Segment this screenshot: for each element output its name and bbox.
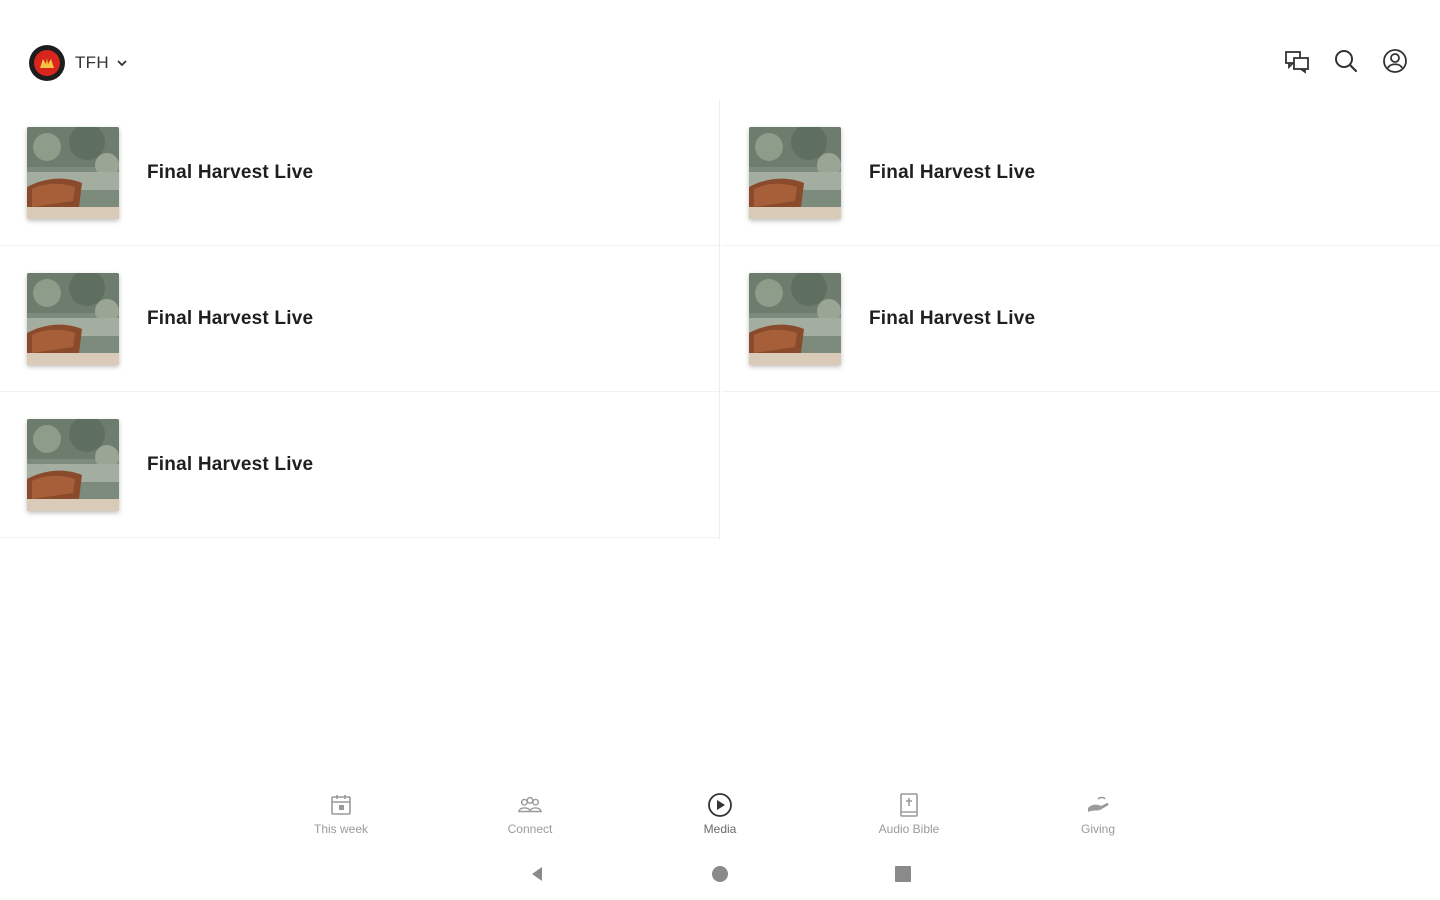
- account-icon[interactable]: [1381, 47, 1409, 75]
- list-item[interactable]: Final Harvest Live: [722, 100, 1440, 246]
- back-icon[interactable]: [527, 864, 547, 884]
- chat-icon[interactable]: [1283, 47, 1311, 75]
- media-title: Final Harvest Live: [869, 307, 1036, 329]
- media-column-left: Final Harvest Live Final Harvest Live Fi…: [0, 100, 720, 540]
- tab-label: This week: [313, 822, 369, 836]
- recents-icon[interactable]: [893, 864, 913, 884]
- tab-giving[interactable]: Giving: [1038, 792, 1158, 836]
- church-name: TFH: [75, 53, 109, 72]
- church-switcher[interactable]: TFH: [29, 45, 129, 81]
- media-title: Final Harvest Live: [147, 453, 314, 475]
- bible-icon: [896, 792, 922, 818]
- media-thumbnail: [27, 126, 119, 219]
- giving-hand-icon: [1085, 792, 1111, 818]
- app-header: TFH: [0, 0, 1440, 110]
- media-title: Final Harvest Live: [147, 307, 314, 329]
- tab-label: Giving: [1080, 822, 1115, 836]
- tab-label: Media: [703, 822, 737, 836]
- media-thumbnail: [749, 126, 841, 219]
- chevron-down-icon: [115, 56, 129, 70]
- media-thumbnail: [749, 272, 841, 365]
- media-thumbnail: [27, 272, 119, 365]
- play-icon: [707, 792, 733, 818]
- bottom-tab-bar: This week Connect Media Audio Bible Givi…: [0, 786, 1440, 846]
- media-title: Final Harvest Live: [147, 161, 314, 183]
- list-item[interactable]: Final Harvest Live: [0, 100, 719, 246]
- tab-this-week[interactable]: This week: [281, 792, 401, 836]
- tab-label: Audio Bible: [878, 822, 940, 836]
- tab-label: Connect: [507, 822, 553, 836]
- list-item[interactable]: Final Harvest Live: [0, 246, 719, 392]
- media-title: Final Harvest Live: [869, 161, 1036, 183]
- calendar-icon: [328, 792, 354, 818]
- media-column-right: Final Harvest Live Final Harvest Live: [722, 100, 1440, 392]
- church-logo: [29, 45, 65, 81]
- list-item[interactable]: Final Harvest Live: [0, 392, 719, 538]
- tab-connect[interactable]: Connect: [470, 792, 590, 836]
- list-item[interactable]: Final Harvest Live: [722, 246, 1440, 392]
- media-thumbnail: [27, 418, 119, 511]
- home-icon[interactable]: [710, 864, 730, 884]
- system-navigation-bar: [0, 860, 1440, 888]
- tab-audio-bible[interactable]: Audio Bible: [849, 792, 969, 836]
- tab-media[interactable]: Media: [660, 792, 780, 836]
- search-icon[interactable]: [1332, 47, 1360, 75]
- people-icon: [517, 792, 543, 818]
